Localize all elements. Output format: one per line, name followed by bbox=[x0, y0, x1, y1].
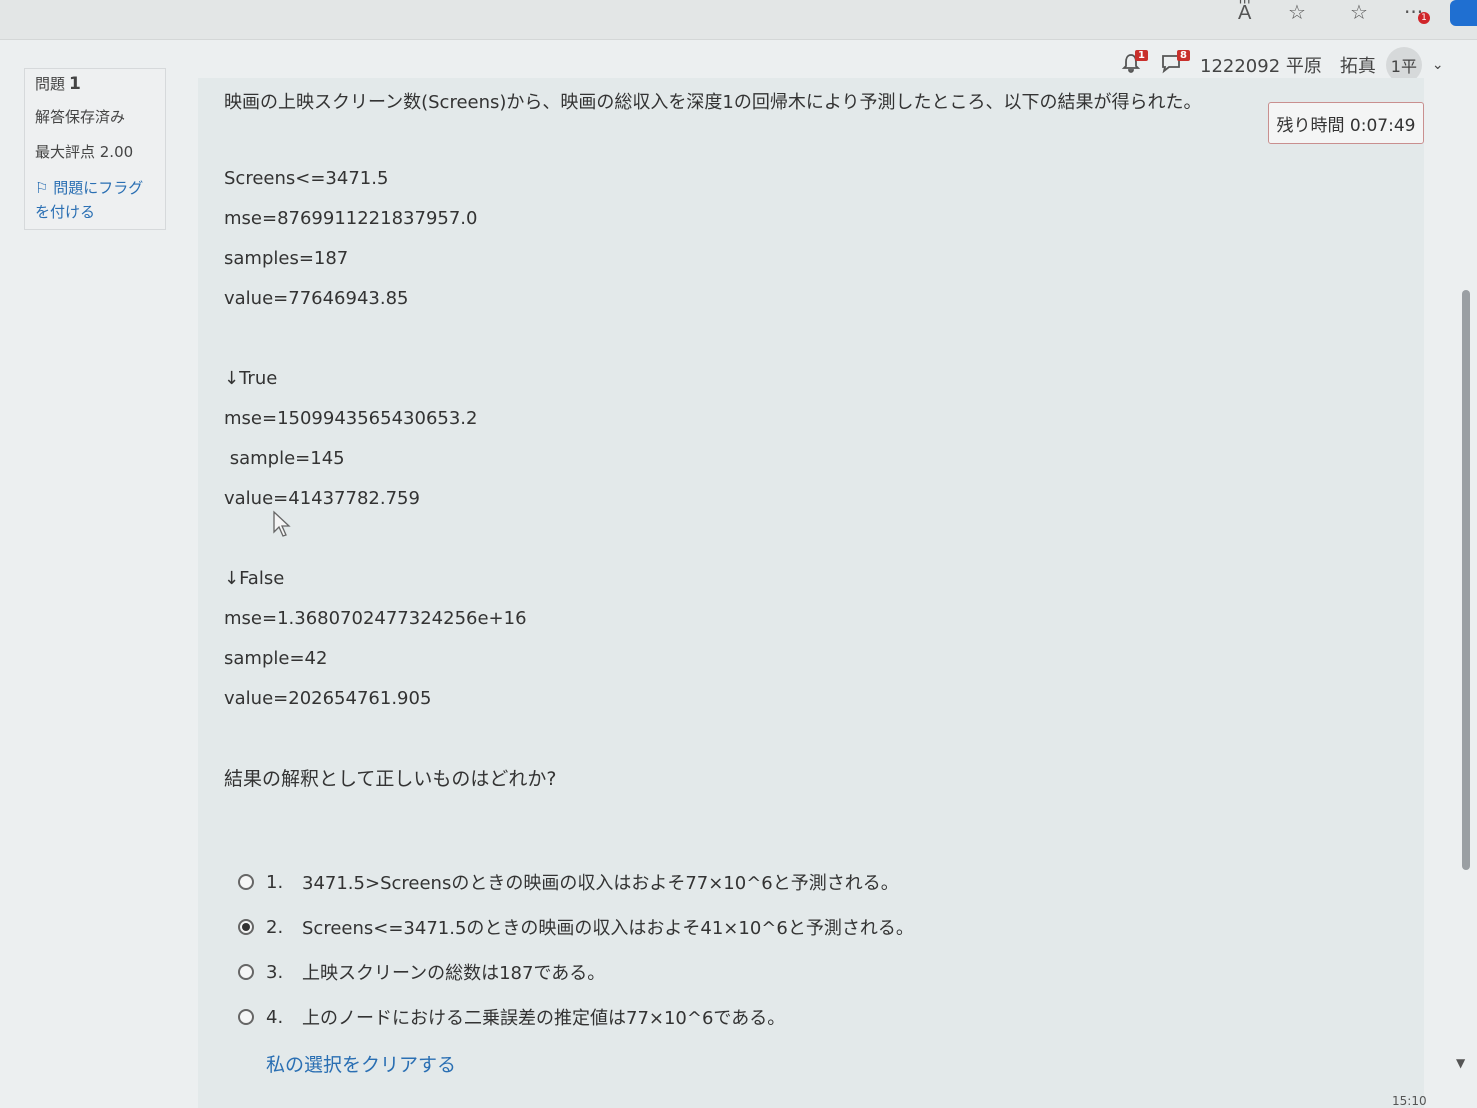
option-text: 3471.5>Screensのときの映画の収入はおよそ77×10^6と予測される… bbox=[302, 873, 899, 894]
answer-option-4[interactable]: 4. 上のノードにおける二乗誤差の推定値は77×10^6である。 bbox=[238, 1005, 785, 1029]
message-count: 8 bbox=[1177, 49, 1190, 61]
true-value-line: value=41437782.759 bbox=[224, 488, 420, 509]
notification-bell-icon[interactable]: 1 bbox=[1120, 49, 1148, 79]
true-branch-label: ↓True bbox=[224, 368, 278, 389]
question-number: 問題 1 bbox=[35, 74, 81, 94]
flag-icon: ⚐ bbox=[35, 179, 49, 197]
page-scrollbar[interactable] bbox=[1462, 290, 1470, 870]
chevron-down-icon[interactable]: ⌄ bbox=[1432, 57, 1444, 73]
radio-button-1[interactable] bbox=[238, 874, 254, 890]
notification-count: 1 bbox=[1135, 49, 1148, 61]
favorites-list-icon[interactable]: ☆ bbox=[1350, 0, 1368, 24]
message-bubble-icon[interactable]: 8 bbox=[1160, 49, 1190, 79]
max-score: 最大評点 2.00 bbox=[35, 143, 134, 161]
scroll-down-arrow-icon[interactable]: ▼ bbox=[1456, 1056, 1465, 1070]
false-mse-line: mse=1.3680702477324256e+16 bbox=[224, 608, 527, 629]
answer-option-3[interactable]: 3. 上映スクリーンの総数は187である。 bbox=[238, 960, 605, 984]
root-samples-line: samples=187 bbox=[224, 248, 349, 269]
favorite-star-icon[interactable]: ☆ bbox=[1288, 0, 1306, 24]
option-text: 上映スクリーンの総数は187である。 bbox=[302, 963, 606, 984]
radio-button-2[interactable] bbox=[238, 919, 254, 935]
user-name[interactable]: 1222092 平原 拓真 bbox=[1200, 52, 1376, 78]
copilot-icon[interactable] bbox=[1450, 0, 1477, 26]
answer-option-1[interactable]: 1. 3471.5>Screensのときの映画の収入はおよそ77×10^6と予測… bbox=[238, 870, 899, 894]
radio-button-4[interactable] bbox=[238, 1009, 254, 1025]
flag-question-link[interactable]: ⚐ 問題にフラグを付ける bbox=[35, 176, 155, 224]
false-sample-line: sample=42 bbox=[224, 648, 328, 669]
mouse-pointer-icon bbox=[273, 510, 291, 537]
question-info-panel: 問題 1 解答保存済み 最大評点 2.00 ⚐ 問題にフラグを付ける bbox=[24, 68, 166, 230]
root-mse-line: mse=8769911221837957.0 bbox=[224, 208, 478, 229]
false-value-line: value=202654761.905 bbox=[224, 688, 432, 709]
option-text: 上のノードにおける二乗誤差の推定値は77×10^6である。 bbox=[302, 1008, 786, 1029]
browser-toolbar: A͏ͫ ☆ ☆ ··· 1 bbox=[0, 0, 1477, 40]
more-badge: 1 bbox=[1418, 12, 1430, 24]
answer-status: 解答保存済み bbox=[35, 108, 126, 126]
true-mse-line: mse=1509943565430653.2 bbox=[224, 408, 478, 429]
tree-split-line: Screens<=3471.5 bbox=[224, 168, 389, 189]
question-text: 映画の上映スクリーン数(Screens)から、映画の総収入を深度1の回帰木により… bbox=[224, 92, 1202, 113]
question-card bbox=[198, 78, 1424, 1108]
true-sample-line: sample=145 bbox=[224, 448, 345, 469]
answer-option-2[interactable]: 2. Screens<=3471.5のときの映画の収入はおよそ41×10^6と予… bbox=[238, 915, 914, 939]
false-branch-label: ↓False bbox=[224, 568, 285, 589]
time-remaining: 残り時間 0:07:49 bbox=[1268, 102, 1424, 144]
clear-choice-link[interactable]: 私の選択をクリアする bbox=[266, 1050, 456, 1077]
question-prompt: 結果の解釈として正しいものはどれか? bbox=[224, 768, 557, 790]
root-value-line: value=77646943.85 bbox=[224, 288, 409, 309]
option-text: Screens<=3471.5のときの映画の収入はおよそ41×10^6と予測され… bbox=[302, 918, 914, 939]
taskbar-clock: 15:10 bbox=[1392, 1094, 1427, 1108]
radio-button-3[interactable] bbox=[238, 964, 254, 980]
read-aloud-icon[interactable]: A͏ͫ bbox=[1238, 0, 1251, 25]
